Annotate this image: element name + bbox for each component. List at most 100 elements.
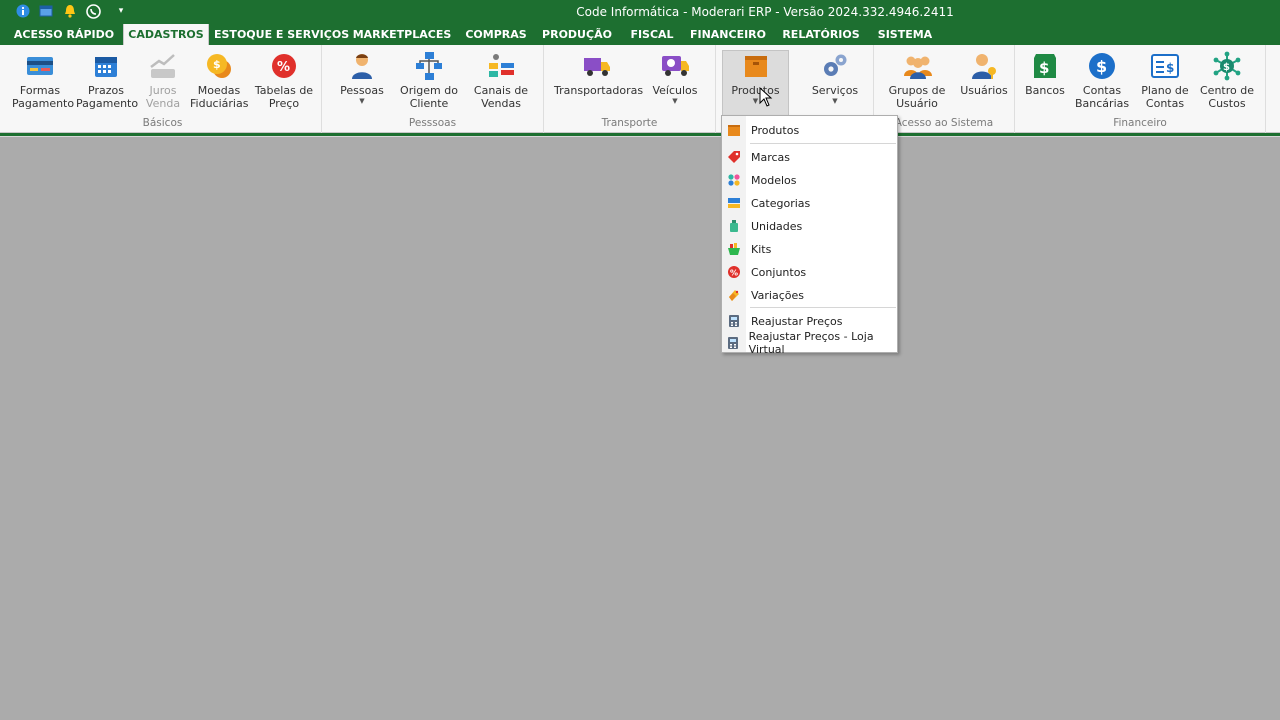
truck-icon <box>582 51 612 81</box>
menu-item-label: Modelos <box>751 173 797 187</box>
tab-sistema[interactable]: SISTEMA <box>872 24 938 45</box>
tab-marketplaces[interactable]: MARKETPLACES <box>352 24 452 45</box>
button-label: Origem do <box>400 84 458 97</box>
contas-bancarias-button[interactable]: $ Contas Bancárias <box>1075 51 1129 117</box>
bottle-icon <box>722 219 746 233</box>
svg-text:$: $ <box>1166 61 1174 75</box>
tab-acesso-rapido[interactable]: ACESSO RÁPIDO <box>12 24 116 45</box>
ribbon-border <box>0 136 1280 137</box>
button-label: Pessoas <box>340 84 384 97</box>
tab-cadastros[interactable]: CADASTROS <box>123 24 209 45</box>
menu-item-marcas[interactable]: Marcas <box>722 146 897 168</box>
menu-separator <box>750 143 896 144</box>
menu-item-unidades[interactable]: Unidades <box>722 215 897 237</box>
veiculos-button[interactable]: Veículos ▼ <box>648 51 702 117</box>
tab-relatorios[interactable]: RELATÓRIOS <box>778 24 864 45</box>
percent-badge-icon: % <box>722 265 746 279</box>
button-label: Serviços <box>811 84 859 97</box>
menu-separator <box>750 307 896 308</box>
chevron-down-icon: ▼ <box>672 97 678 105</box>
transportadoras-button[interactable]: Transportadoras <box>554 51 643 117</box>
formas-pagamento-button[interactable]: Formas Pagamento <box>12 51 75 117</box>
button-label: Pagamento <box>76 97 139 110</box>
menu-item-reajustar-precos-loja-virtual[interactable]: Reajustar Preços - Loja Virtual <box>722 330 897 356</box>
button-label: Cliente <box>409 97 449 110</box>
tabelas-de-preco-button[interactable]: % Tabelas de Preço <box>254 51 314 117</box>
basket-icon <box>722 242 746 256</box>
menu-item-reajustar-precos[interactable]: Reajustar Preços <box>722 310 897 332</box>
sales-channels-icon <box>486 51 516 81</box>
plano-de-contas-button[interactable]: $ Plano de Contas <box>1137 51 1193 117</box>
menu-item-label: Unidades <box>751 219 803 233</box>
calculator-icon <box>722 336 744 350</box>
ribbon-group-transporte: Transportadoras Veículos ▼ Transporte <box>544 45 716 133</box>
menu-item-modelos[interactable]: Modelos <box>722 169 897 191</box>
menu-item-kits[interactable]: Kits <box>722 238 897 260</box>
palette-icon <box>722 288 746 302</box>
tab-estoque-e-servicos[interactable]: ESTOQUE E SERVIÇOS <box>214 24 349 45</box>
servicos-button[interactable]: Serviços ▼ <box>808 51 862 117</box>
button-label: Plano de <box>1141 84 1189 97</box>
button-label: Usuários <box>960 84 1008 97</box>
person-icon <box>347 51 377 81</box>
produtos-button[interactable]: Produtos ▼ <box>722 50 789 120</box>
origem-do-cliente-button[interactable]: Origem do Cliente <box>400 51 458 117</box>
grupos-de-usuario-button[interactable]: Grupos de Usuário <box>886 51 948 117</box>
interest-chart-icon <box>148 51 178 81</box>
button-label: Bancárias <box>1075 97 1130 110</box>
button-label: Bancos <box>1025 84 1065 97</box>
group-label-basicos: Básicos <box>142 117 183 129</box>
bank-icon: $ <box>1030 51 1060 81</box>
menu-item-label: Reajustar Preços - Loja Virtual <box>748 330 874 356</box>
tab-producao[interactable]: PRODUÇÃO <box>540 24 614 45</box>
button-label: Fiduciárias <box>190 97 249 110</box>
svg-text:%: % <box>730 269 738 278</box>
group-label-pessoas: Pesssoas <box>408 117 457 129</box>
button-label: Pagamento <box>12 97 75 110</box>
ribbon-tabs: ACESSO RÁPIDO CADASTROS ESTOQUE E SERVIÇ… <box>0 24 1280 45</box>
ribbon-panel: Formas Pagamento Prazos Pagamento Juros … <box>0 45 1280 133</box>
button-label: Contas <box>1082 84 1122 97</box>
canais-de-vendas-button[interactable]: Canais de Vendas <box>470 51 532 117</box>
user-group-icon <box>902 51 932 81</box>
pessoas-button[interactable]: Pessoas ▼ <box>336 51 388 117</box>
tab-compras[interactable]: COMPRAS <box>462 24 530 45</box>
title-bar: ▾ Code Informática - Moderari ERP - Vers… <box>0 0 1280 24</box>
bancos-button[interactable]: $ Bancos <box>1021 51 1069 117</box>
button-label: Produtos <box>731 84 780 97</box>
hierarchy-icon <box>414 51 444 81</box>
categories-icon <box>722 196 746 210</box>
button-label: Custos <box>1208 97 1246 110</box>
menu-item-variacoes[interactable]: Variações <box>722 284 897 306</box>
button-label: Formas <box>19 84 61 97</box>
button-label: Tabelas de <box>254 84 314 97</box>
coins-icon: $ <box>204 51 234 81</box>
button-label: Canais de <box>473 84 529 97</box>
gears-icon <box>820 51 850 81</box>
juros-venda-button[interactable]: Juros Venda <box>140 51 186 117</box>
menu-item-label: Variações <box>751 288 805 302</box>
moedas-fiduciarias-button[interactable]: $ Moedas Fiduciárias <box>190 51 248 117</box>
tab-fiscal[interactable]: FISCAL <box>624 24 680 45</box>
svg-text:$: $ <box>1096 57 1107 76</box>
usuarios-button[interactable]: Usuários <box>958 51 1010 117</box>
mouse-cursor-icon <box>759 86 773 110</box>
menu-item-label: Conjuntos <box>751 265 807 279</box>
centro-de-custos-button[interactable]: $ Centro de Custos <box>1199 51 1255 117</box>
menu-item-label: Kits <box>751 242 772 256</box>
ribbon-group-pessoas: Pessoas ▼ Origem do Cliente Canais de Ve… <box>322 45 544 133</box>
cost-center-icon: $ <box>1212 51 1242 81</box>
prazos-pagamento-button[interactable]: Prazos Pagamento <box>76 51 139 117</box>
chevron-down-icon: ▼ <box>359 97 365 105</box>
calendar-icon <box>91 51 121 81</box>
menu-item-categorias[interactable]: Categorias <box>722 192 897 214</box>
tab-financeiro[interactable]: FINANCEIRO <box>687 24 769 45</box>
menu-item-label: Categorias <box>751 196 811 210</box>
menu-item-produtos[interactable]: Produtos <box>722 119 897 141</box>
window-title: Code Informática - Moderari ERP - Versão… <box>576 5 954 19</box>
svg-text:$: $ <box>1039 59 1049 77</box>
button-label: Contas <box>1145 97 1185 110</box>
menu-item-label: Marcas <box>751 150 791 164</box>
menu-item-conjuntos[interactable]: % Conjuntos <box>722 261 897 283</box>
menu-item-label: Reajustar Preços <box>751 314 843 328</box>
